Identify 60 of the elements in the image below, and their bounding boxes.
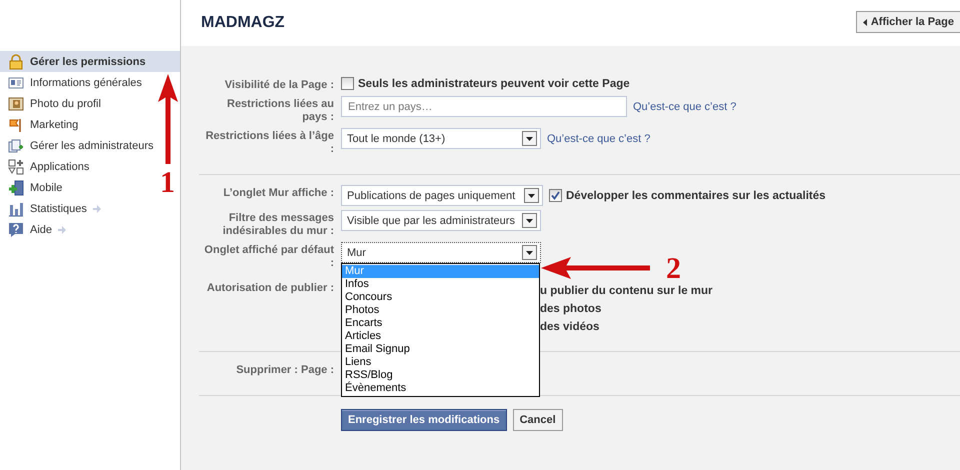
page-title: MADMAGZ (201, 14, 285, 32)
apps-icon (8, 158, 24, 174)
sidebar-item[interactable]: Informations générales (0, 72, 148, 93)
select-field[interactable]: Tout le monde (13+) (341, 128, 541, 149)
field-label: Supprimer : Page : (235, 363, 334, 377)
checkbox-option[interactable]: Développer les commentaires sur les actualités (549, 189, 826, 202)
field-label: Autorisation de publier : (206, 281, 334, 295)
dropdown-option[interactable]: Liens (342, 356, 539, 369)
help-link[interactable]: Qu’est-ce que c’est ? (547, 132, 650, 144)
select-field[interactable]: Mur (341, 242, 541, 263)
field-label: Onglet affiché par défaut : (203, 243, 334, 270)
sidebar-item[interactable]: Applications (0, 156, 96, 177)
country-field[interactable]: Entrez un pays… (341, 96, 627, 117)
dropdown-option[interactable]: Articles (342, 330, 539, 343)
mobile-icon (8, 180, 24, 196)
dropdown-option[interactable]: Concours (342, 291, 539, 304)
permission-option: u publier du contenu sur le mur (540, 285, 713, 297)
view-page-button[interactable]: Afficher la Page (856, 11, 960, 33)
permission-option: des vidéos (540, 321, 713, 333)
checkbox-option[interactable]: Seuls les administrateurs peuvent voir cette Page (341, 77, 630, 90)
sidebar-item[interactable]: Gérer les permissions (0, 51, 180, 72)
sidebar-item[interactable]: Gérer les administrateurs (0, 135, 160, 156)
dropdown-option[interactable]: Photos (342, 304, 539, 317)
dropdown-icon (522, 213, 537, 228)
help-icon (8, 222, 24, 238)
annotation-number: 2 (666, 254, 681, 284)
card-icon (8, 74, 24, 90)
admins-icon (8, 138, 24, 154)
checkbox[interactable] (341, 77, 354, 90)
permission-option: des photos (540, 303, 713, 315)
help-link[interactable]: Qu’est-ce que c’est ? (633, 100, 736, 112)
field-label: Visibilité de la Page : (224, 78, 334, 92)
sidebar-item[interactable]: Mobile (0, 177, 68, 198)
dropdown-option[interactable]: Infos (342, 278, 539, 291)
lock-icon (8, 54, 24, 70)
photo-icon (8, 96, 24, 112)
sidebar-item[interactable]: Aide (0, 219, 72, 240)
sidebar-item[interactable]: Marketing (0, 114, 84, 135)
field-label: Filtre des messages indésirables du mur : (222, 211, 334, 238)
save-button[interactable]: Enregistrer les modifications (341, 409, 507, 431)
select-field[interactable]: Visible que par les administrateurs (341, 210, 541, 231)
checkbox[interactable] (549, 189, 562, 202)
dropdown-option[interactable]: Encarts (342, 317, 539, 330)
dropdown-icon (524, 188, 539, 203)
dropdown-option[interactable]: Évènements (342, 382, 539, 395)
select-field[interactable]: Publications de pages uniquement (341, 185, 543, 206)
caret-icon (862, 18, 867, 26)
flag-icon (8, 116, 24, 132)
annotation-number: 1 (160, 168, 175, 198)
dropdown-icon (522, 245, 537, 260)
dropdown-icon (522, 131, 537, 146)
sidebar-item[interactable]: Statistiques (0, 198, 107, 219)
dropdown-option[interactable]: Email Signup (342, 343, 539, 356)
cancel-button[interactable]: Cancel (512, 409, 563, 431)
field-label: Restrictions liées à l’âge : (204, 129, 334, 156)
field-label: L’onglet Mur affiche : (222, 186, 334, 200)
sidebar-item[interactable]: Photo du profil (0, 93, 107, 114)
bar-chart-icon (8, 200, 24, 216)
dropdown-option[interactable]: RSS/Blog (342, 369, 539, 382)
field-label: Restrictions liées au pays : (226, 97, 334, 124)
